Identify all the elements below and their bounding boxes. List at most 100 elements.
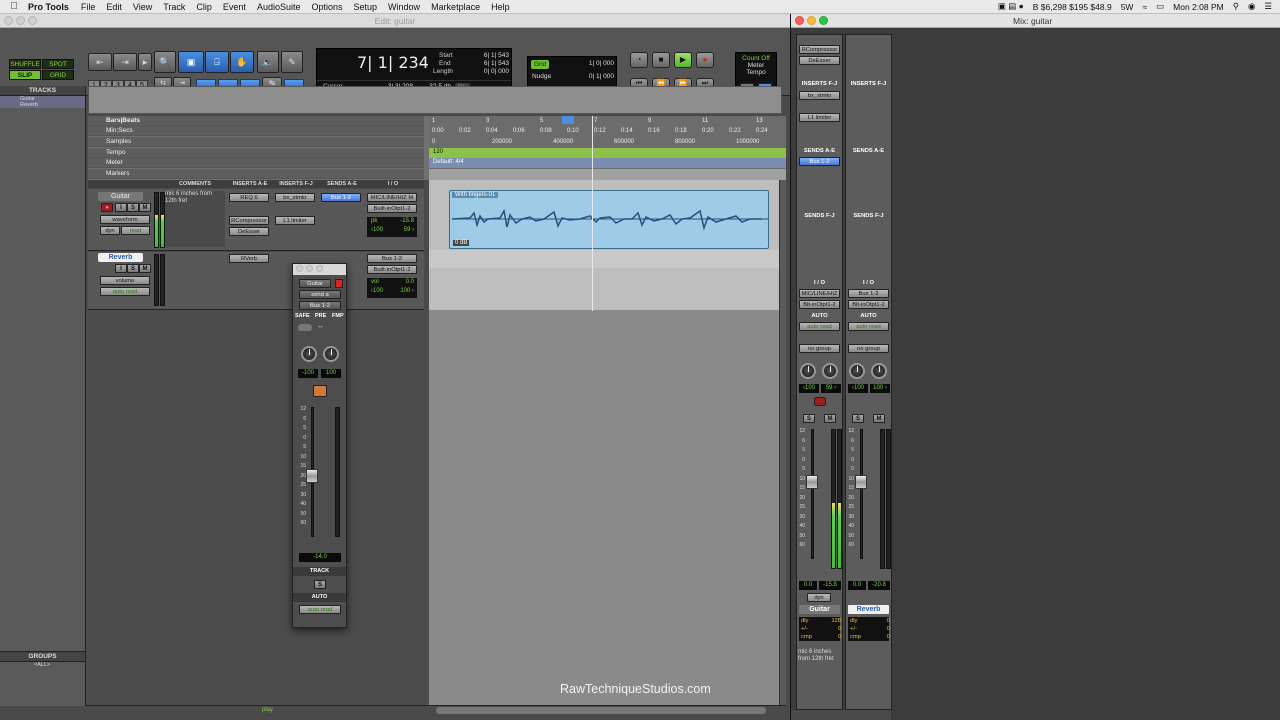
meter-lane[interactable]: Default: 4/4 — [429, 158, 786, 168]
track-reverb[interactable]: Reverb I S M volume auto read RVerb Bus … — [88, 252, 424, 310]
mix-pan-left-knob[interactable] — [849, 363, 865, 379]
send-close-icon[interactable] — [335, 279, 343, 288]
menu-options[interactable]: Options — [311, 2, 342, 12]
pan-left-value[interactable]: ‹100 — [371, 227, 383, 233]
mix-fader-handle[interactable] — [806, 475, 818, 489]
menu-clip[interactable]: Clip — [196, 2, 212, 12]
safe-button[interactable]: SAFE — [295, 313, 310, 319]
pan-left-value[interactable]: ‹100 — [371, 288, 383, 294]
volume-value[interactable]: 0.0 — [406, 279, 414, 285]
status-icons[interactable]: ▣ ▤ ● — [998, 1, 1024, 12]
mix-input-selector[interactable]: Bus 1-2 — [848, 289, 889, 298]
markers-lane[interactable] — [429, 169, 786, 180]
play-icon[interactable]: ▶ — [674, 52, 692, 68]
mix-sends-ae-label[interactable]: SENDS A-E — [846, 148, 891, 154]
grabber-tool-icon[interactable]: ✋ — [230, 51, 254, 73]
ruler-min-secs-label[interactable]: Min:Secs — [88, 126, 424, 136]
grid-value[interactable]: 1| 0| 000 — [572, 60, 614, 67]
mix-group-selector[interactable]: no group — [848, 344, 889, 353]
reverb-volume-lane[interactable] — [429, 250, 779, 268]
mix-pan-left-value[interactable]: ‹100 — [848, 384, 868, 393]
mix-output-selector[interactable]: Blt-inOtpt1-2 — [848, 300, 889, 309]
main-counter-value[interactable]: 7| 1| 234 — [357, 53, 429, 72]
track-view-selector[interactable]: volume — [100, 276, 150, 285]
track-list-item-reverb[interactable]: Reverb — [0, 102, 85, 108]
ruler-samples-label[interactable]: Samples — [88, 137, 424, 147]
record-icon[interactable]: ● — [696, 52, 714, 68]
menu-marketplace[interactable]: Marketplace — [431, 2, 480, 12]
zoom-icon[interactable] — [316, 265, 323, 272]
start-value[interactable]: 6| 1| 543 — [467, 52, 509, 59]
ruler-meter-label[interactable]: Meter — [88, 158, 424, 168]
siri-icon[interactable]: ◉ — [1248, 1, 1255, 12]
zoom-toggle-icon[interactable]: ▸ — [138, 53, 152, 71]
stocks-text[interactable]: B $6,298 $195 $48.9 — [1033, 2, 1112, 12]
record-enable-button[interactable]: ● — [101, 203, 113, 212]
mix-mute-button[interactable]: M — [824, 414, 836, 423]
mix-insert-slot[interactable]: DeEsser — [799, 56, 840, 65]
insert-c-slot[interactable]: RCompressor — [229, 216, 269, 225]
send-track-selector[interactable]: Guitar — [299, 279, 331, 288]
mix-auto-label[interactable]: AUTO — [797, 313, 842, 319]
mix-pan-left-knob[interactable] — [800, 363, 816, 379]
app-menu[interactable]: Pro Tools — [28, 2, 69, 12]
mix-insert-slot[interactable]: bx_stmkr — [799, 91, 840, 100]
grid-mode-button[interactable]: GRID — [42, 70, 74, 80]
minimize-icon[interactable] — [16, 16, 25, 25]
track-guitar[interactable]: Guitar ● I S M waveform dyn read mic 6 i… — [88, 189, 424, 251]
solo-button[interactable]: S — [127, 264, 139, 273]
automation-mode-selector[interactable]: auto read — [100, 287, 150, 296]
apple-icon[interactable]:  — [0, 1, 28, 12]
count-off-label[interactable]: Count Off — [736, 55, 776, 62]
output-selector[interactable]: Built-inOtpt1-2 — [367, 265, 417, 274]
zoom-in-icon[interactable]: ⇥ — [113, 53, 137, 71]
mix-io-label[interactable]: I / O — [846, 280, 891, 286]
col-inserts-fj[interactable]: INSERTS F-J — [274, 180, 318, 188]
inverse-pan-icon[interactable]: ↔ — [317, 323, 324, 330]
group-item-all[interactable]: <ALL> — [0, 662, 85, 669]
minimize-icon[interactable] — [306, 265, 313, 272]
col-io[interactable]: I / O — [366, 180, 420, 188]
zoom-icon[interactable] — [819, 16, 828, 25]
mix-comment-guitar[interactable]: mic 6 inches from 12th fret — [798, 649, 841, 689]
solo-button[interactable]: S — [127, 203, 139, 212]
stop-icon[interactable]: ■ — [652, 52, 670, 68]
mix-fader-track[interactable] — [811, 429, 814, 559]
menu-audiosuite[interactable]: AudioSuite — [257, 2, 301, 12]
send-pan-right-value[interactable]: 100 — [321, 369, 341, 378]
send-a-slot[interactable]: Bus 1-2 — [321, 193, 361, 202]
menu-setup[interactable]: Setup — [354, 2, 378, 12]
mix-strip-name-guitar[interactable]: Guitar — [799, 605, 840, 614]
input-monitor-button[interactable]: I — [115, 264, 127, 273]
clip-gain[interactable]: 0 dB — [453, 240, 470, 246]
mix-input-selector[interactable]: MIC/LINE/HIZ — [799, 289, 840, 298]
zoom-out-icon[interactable]: ⇤ — [88, 53, 112, 71]
track-name-guitar[interactable]: Guitar — [98, 192, 143, 201]
pan-right-value[interactable]: 59 › — [404, 227, 414, 233]
send-pan-left-value[interactable]: -100 — [298, 369, 318, 378]
send-mute-icon[interactable] — [313, 385, 327, 397]
col-inserts-ae[interactable]: INSERTS A-E — [228, 180, 272, 188]
pan-right-knob[interactable] — [323, 346, 339, 362]
edit-window-titlebar[interactable]: Edit: guitar — [0, 14, 790, 28]
close-icon[interactable] — [296, 265, 303, 272]
mute-button[interactable]: M — [139, 203, 151, 212]
mix-inserts-fj-label[interactable]: INSERTS F-J — [846, 81, 891, 87]
menu-help[interactable]: Help — [491, 2, 510, 12]
send-solo-button[interactable]: S — [314, 580, 326, 589]
mix-insert-slot[interactable]: RCompressor — [799, 45, 840, 54]
zoomer-tool-icon[interactable]: 🔍 — [154, 51, 176, 73]
menu-view[interactable]: View — [133, 2, 152, 12]
insert-a-slot[interactable]: RVerb — [229, 254, 269, 263]
ruler-tempo-label[interactable]: Tempo — [88, 148, 424, 158]
mix-pan-right-value[interactable]: 59 › — [821, 384, 841, 393]
selector-tool-icon[interactable]: ⍈ — [205, 51, 229, 73]
track-view-selector[interactable]: waveform — [100, 215, 150, 224]
pan-left-knob[interactable] — [301, 346, 317, 362]
mix-pan-right-knob[interactable] — [871, 363, 887, 379]
mix-volume-value[interactable]: 0.0 — [848, 581, 866, 590]
tempo-lane[interactable]: 120 — [429, 148, 786, 158]
link-icon[interactable] — [298, 324, 312, 331]
nudge-label[interactable]: Nudge — [532, 73, 551, 80]
trim-tool-icon[interactable]: ▣ — [178, 51, 204, 73]
